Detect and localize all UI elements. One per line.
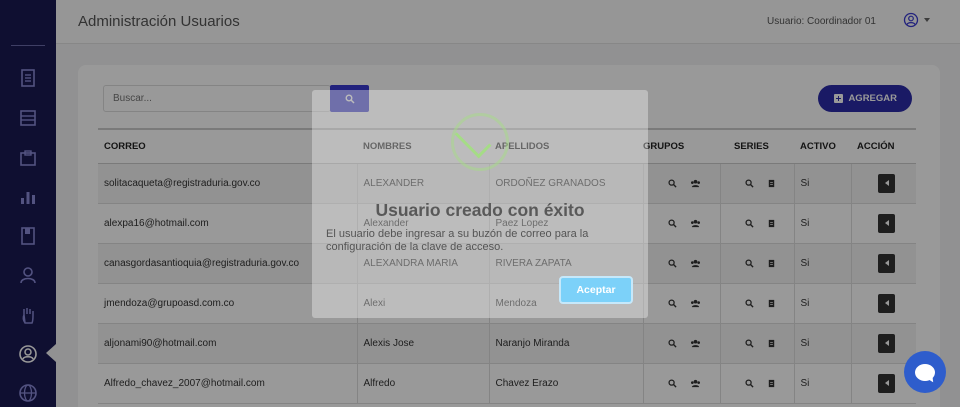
chat-button[interactable]: [904, 351, 946, 393]
chat-bubble-icon: [915, 363, 935, 381]
dialog-title: Usuario creado con éxito: [375, 200, 585, 220]
accept-button[interactable]: Aceptar: [559, 276, 633, 304]
dialog-message: El usuario debe ingresar a su buzón de c…: [326, 228, 589, 253]
success-dialog: Usuario creado con éxito El usuario debe…: [312, 90, 648, 318]
